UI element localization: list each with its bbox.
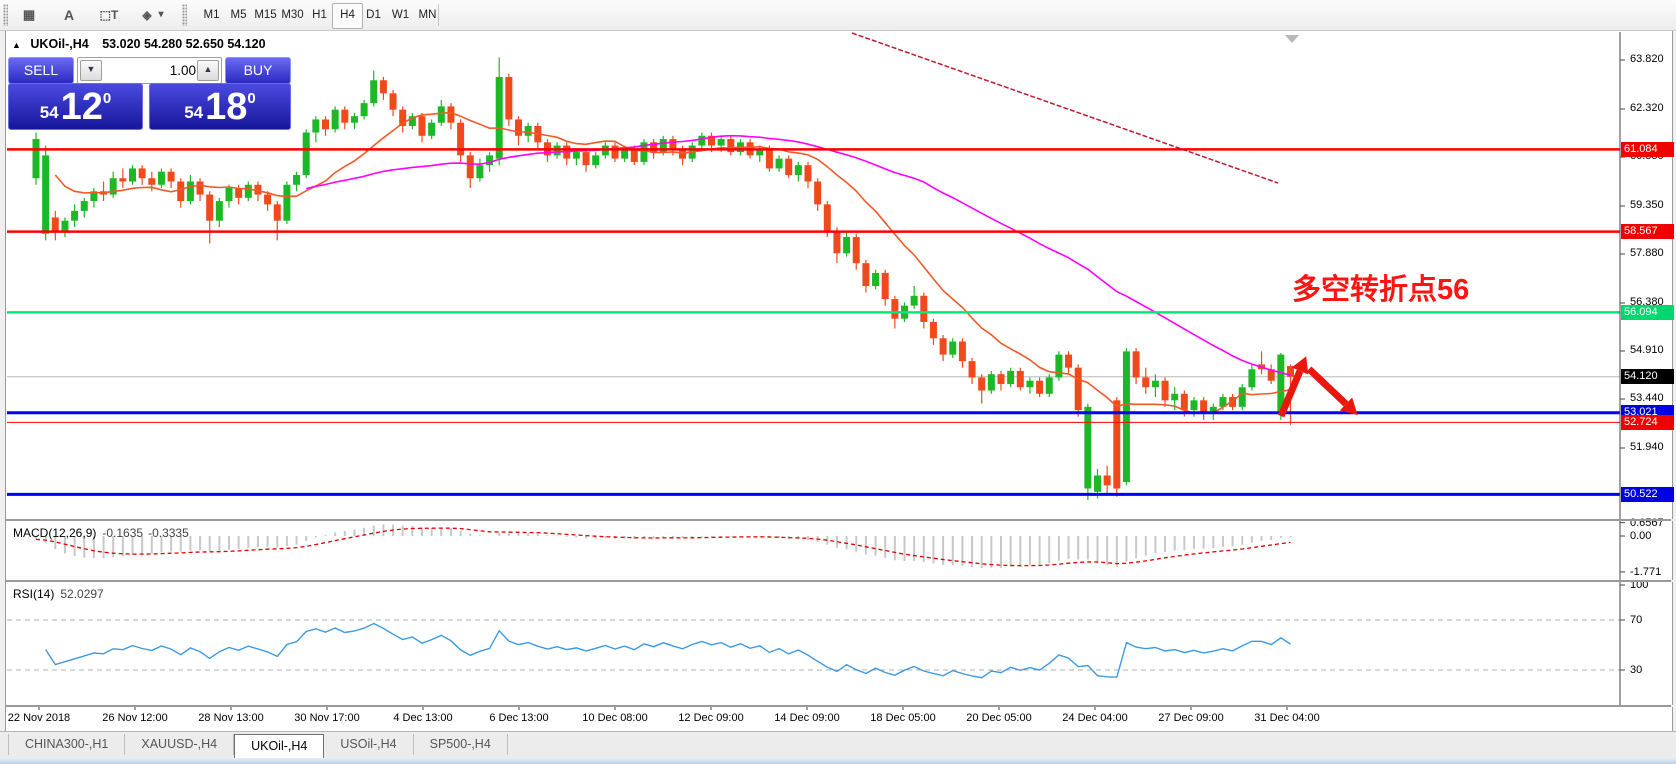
sell-price-sup: 0 [102,90,112,107]
timeframe-button-d1[interactable]: D1 [359,3,388,27]
sell-price-small: 54 [39,102,59,122]
time-axis-label: 30 Nov 17:00 [294,712,360,724]
macd-value-2: -0.3335 [148,526,189,540]
rsi-axis-tick: 30 [1630,664,1643,676]
time-axis-label: 31 Dec 04:00 [1254,712,1320,724]
time-axis-label: 20 Dec 05:00 [966,712,1032,724]
shapes-dropdown-caret[interactable]: ▾ [154,3,168,27]
rsi-axis-tick: 70 [1630,614,1643,626]
time-axis-label: 6 Dec 13:00 [489,712,549,724]
time-axis-label: 28 Nov 13:00 [198,712,264,724]
chart-title: ▲ UKOil-,H4 53.020 54.280 52.650 54.120 [12,37,266,51]
panel-separator[interactable] [5,519,1671,521]
buy-price-small: 54 [184,102,204,122]
chinese-annotation: 多空转折点56 [1292,274,1470,306]
timeframe-button-m5[interactable]: M5 [224,3,253,27]
price-axis-tick: 62.320 [1630,101,1664,114]
price-axis-tick: 57.880 [1630,247,1664,259]
text-label-icon[interactable]: A [56,3,82,27]
one-click-trade-panel: SELL ▼ ▲ BUY 54 12 0 54 18 0 [8,57,291,130]
timeframe-button-m30[interactable]: M30 [278,3,307,27]
text-tool-icon[interactable]: ⬚T [96,3,122,27]
chart-tab-china300-h1[interactable]: CHINA300-,H1 [8,734,126,755]
sell-price-big: 12 [60,85,103,128]
price-level-label: 61.084 [1621,141,1674,157]
macd-label: MACD(12,26,9) [13,526,97,540]
buy-price-big: 18 [205,85,248,128]
rsi-value: 52.0297 [60,587,104,601]
chart-tab-xauusd-h4[interactable]: XAUUSD-,H4 [125,734,235,755]
buy-price-box[interactable]: 54 18 0 [149,83,291,130]
price-axis-tick: 53.440 [1630,392,1664,405]
one-click-expander-icon[interactable]: ▲ [12,40,21,50]
chart-tab-ukoil-h4[interactable]: UKOil-,H4 [234,734,325,760]
time-axis-label: 12 Dec 09:00 [678,712,744,724]
macd-title: MACD(12,26,9) -0.1635 -0.3335 [13,526,189,540]
time-axis-label: 14 Dec 09:00 [774,712,840,724]
chart-tab-bar: CHINA300-,H1 XAUUSD-,H4 UKOil-,H4 USOil-,H4… [0,731,1676,760]
price-axis-tick: 63.820 [1630,53,1664,65]
time-axis-label: 18 Dec 05:00 [870,712,936,724]
chart-grid-icon[interactable]: ▦ [16,3,42,27]
chart-symbol: UKOil-,H4 [30,37,89,51]
buy-price-sup: 0 [247,90,256,107]
panel-separator-2[interactable] [5,580,1671,582]
volume-increase-button[interactable]: ▲ [197,60,219,81]
panel-separator-3 [5,705,1671,707]
toolbar-drag-handle[interactable] [3,4,8,26]
time-axis-label: 10 Dec 08:00 [582,712,648,724]
volume-decrease-button[interactable]: ▼ [80,60,102,81]
time-axis-label: 22 Nov 2018 [7,712,71,724]
price-axis-tick: 51.940 [1630,441,1664,453]
volume-box: ▼ ▲ [77,57,222,84]
time-axis-label: 4 Dec 13:00 [393,712,453,724]
price-level-label: 56.094 [1621,304,1674,320]
rsi-label: RSI(14) [13,587,55,601]
timeframe-button-m15[interactable]: M15 [251,3,280,27]
macd-axis-tick: -1.771 [1630,565,1662,578]
time-axis-label: 26 Nov 12:00 [102,712,168,724]
macd-value-1: -0.1635 [102,526,144,540]
toolbar: ▦ A ⬚T ◈ ▾ M1 M5 M15 M30 H1 H4 D1 W1 MN [0,0,1676,31]
price-level-label: 50.522 [1621,486,1674,502]
time-axis-label: 27 Dec 09:00 [1158,712,1224,724]
rsi-panel[interactable] [5,582,1673,705]
macd-axis-tick: 0.00 [1630,530,1652,542]
macd-panel[interactable] [5,521,1673,580]
price-level-label: 58.567 [1621,224,1674,240]
toolbar-drag-handle-2[interactable] [182,4,187,26]
price-axis-tick: 54.910 [1630,344,1664,356]
rsi-title: RSI(14) 52.0297 [13,587,104,601]
chart-tab-usoil-h4[interactable]: USOil-,H4 [324,734,414,755]
terminal-window: ▦ A ⬚T ◈ ▾ M1 M5 M15 M30 H1 H4 D1 W1 MN ▲ UKOil-… [0,0,1676,764]
price-level-label: 52.724 [1621,414,1674,430]
timeframe-button-m1[interactable]: M1 [197,3,226,27]
price-axis-tick: 59.350 [1630,198,1664,211]
buy-button[interactable]: BUY [225,57,291,84]
price-level-label: 54.120 [1621,369,1674,385]
time-axis-label: 24 Dec 04:00 [1062,712,1128,724]
chart-ohlc-values: 53.020 54.280 52.650 54.120 [102,37,266,51]
chart-tab-sp500-h4[interactable]: SP500-,H4 [414,734,508,755]
timeframe-button-w1[interactable]: W1 [386,3,415,27]
sell-button[interactable]: SELL [8,57,74,84]
timeframe-button-h1[interactable]: H1 [305,3,334,27]
sell-price-box[interactable]: 54 12 0 [8,83,143,130]
toolbar-separator [438,4,439,26]
volume-input[interactable] [102,59,198,82]
status-bar [0,758,1676,764]
